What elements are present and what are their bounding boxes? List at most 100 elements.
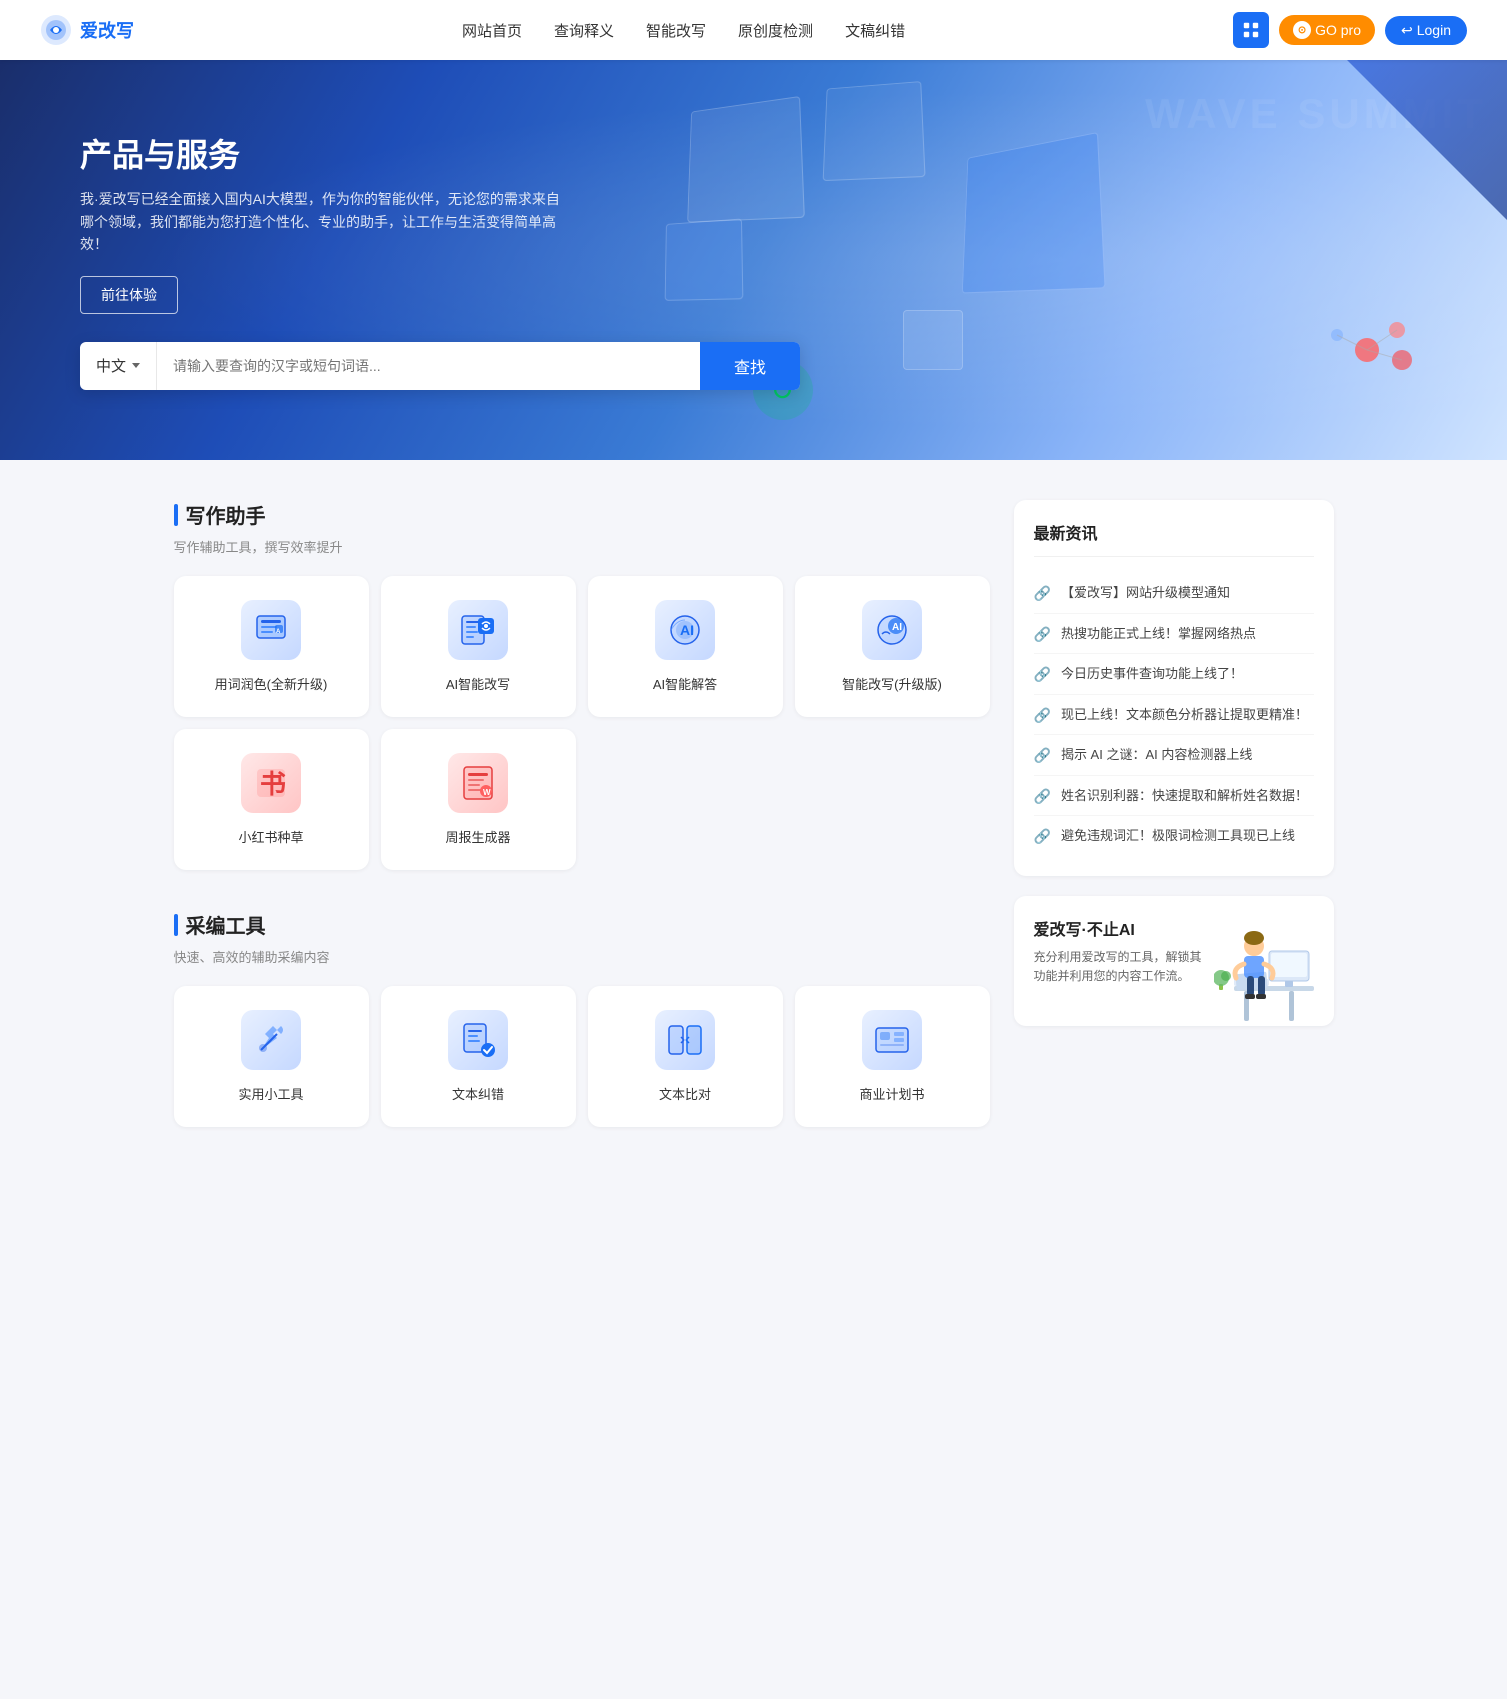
news-item-1[interactable]: 🔗 热搜功能正式上线！掌握网络热点 — [1034, 614, 1314, 655]
tool-ai-answer-label: AI智能解答 — [653, 674, 717, 693]
svg-text:AI: AI — [892, 622, 902, 633]
login-icon: ↩ — [1401, 22, 1413, 39]
nav-originality[interactable]: 原创度检测 — [738, 20, 813, 41]
left-column: 写作助手 写作辅助工具，撰写效率提升 A — [174, 500, 990, 1167]
language-label: 中文 — [96, 355, 126, 376]
editing-section-bar — [174, 914, 178, 936]
search-button[interactable]: 查找 — [700, 342, 800, 390]
news-card: 最新资讯 🔗 【爱改写】网站升级模型通知 🔗 热搜功能正式上线！掌握网络热点 🔗… — [1014, 500, 1334, 876]
go-icon: ⊙ — [1293, 21, 1311, 39]
header: 爱改写 网站首页 查询释义 智能改写 原创度检测 文稿纠错 ⊙ GO pro ↩… — [0, 0, 1507, 60]
svg-text:书: 书 — [260, 769, 286, 799]
news-text-6: 避免违规词汇！极限词检测工具现已上线 — [1061, 826, 1295, 846]
tool-smart-rewrite-label: 智能改写(升级版) — [842, 674, 942, 693]
link-icon-3: 🔗 — [1034, 707, 1051, 724]
news-item-2[interactable]: 🔗 今日历史事件查询功能上线了！ — [1034, 654, 1314, 695]
news-item-4[interactable]: 🔗 揭示 AI 之谜：AI 内容检测器上线 — [1034, 735, 1314, 776]
tool-smart-rewrite[interactable]: AI 智能改写(升级版) — [795, 576, 990, 717]
tool-business-plan[interactable]: 商业计划书 — [795, 986, 990, 1127]
news-text-4: 揭示 AI 之谜：AI 内容检测器上线 — [1061, 745, 1252, 765]
tool-ai-rewrite[interactable]: AI智能改写 — [381, 576, 576, 717]
tool-word-color-icon: A — [241, 600, 301, 660]
login-button[interactable]: ↩ Login — [1385, 16, 1467, 45]
tool-word-color-label: 用词润色(全新升级) — [215, 674, 328, 693]
tool-text-compare-label: 文本比对 — [659, 1084, 711, 1103]
tool-useful-tools-icon — [241, 1010, 301, 1070]
tool-ai-answer[interactable]: AI AI智能解答 — [588, 576, 783, 717]
search-bar: 中文 查找 — [80, 342, 800, 390]
tool-text-check[interactable]: 文本纠错 — [381, 986, 576, 1127]
svg-text:A: A — [276, 629, 281, 635]
news-text-0: 【爱改写】网站升级模型通知 — [1061, 583, 1230, 603]
news-item-3[interactable]: 🔗 现已上线！文本颜色分析器让提取更精准！ — [1034, 695, 1314, 736]
chevron-down-icon — [132, 363, 140, 368]
tool-useful-tools-label: 实用小工具 — [238, 1084, 303, 1103]
news-item-6[interactable]: 🔗 避免违规词汇！极限词检测工具现已上线 — [1034, 816, 1314, 856]
main-content: 写作助手 写作辅助工具，撰写效率提升 A — [154, 460, 1354, 1207]
editing-tools-grid: 实用小工具 文本纠错 — [174, 986, 990, 1127]
link-icon-0: 🔗 — [1034, 585, 1051, 602]
right-column: 最新资讯 🔗 【爱改写】网站升级模型通知 🔗 热搜功能正式上线！掌握网络热点 🔗… — [1014, 500, 1334, 1167]
search-input[interactable] — [157, 342, 700, 390]
hero-subtitle: 我·爱改写已经全面接入国内AI大模型，作为你的智能伙伴，无论您的需求来自哪个领域… — [80, 188, 560, 255]
logo[interactable]: 爱改写 — [40, 14, 134, 46]
tool-ai-rewrite-label: AI智能改写 — [446, 674, 510, 693]
trial-button[interactable]: 前往体验 — [80, 276, 178, 314]
news-text-5: 姓名识别利器：快速提取和解析姓名数据！ — [1061, 786, 1308, 806]
tool-weekly-report[interactable]: W 周报生成器 — [381, 729, 576, 870]
hero-content: 产品与服务 我·爱改写已经全面接入国内AI大模型，作为你的智能伙伴，无论您的需求… — [0, 130, 880, 389]
promo-subtitle: 充分利用爱改写的工具，解锁其功能并利用您的内容工作流。 — [1034, 948, 1202, 986]
editing-tools-title: 采编工具 — [174, 910, 990, 939]
section-bar — [174, 504, 178, 526]
tool-ai-answer-icon: AI — [655, 600, 715, 660]
main-nav: 网站首页 查询释义 智能改写 原创度检测 文稿纠错 — [462, 20, 905, 41]
nav-query[interactable]: 查询释义 — [554, 20, 614, 41]
language-selector[interactable]: 中文 — [80, 342, 157, 390]
writing-tools-title: 写作助手 — [174, 500, 990, 529]
link-icon-4: 🔗 — [1034, 747, 1051, 764]
news-item-5[interactable]: 🔗 姓名识别利器：快速提取和解析姓名数据！ — [1034, 776, 1314, 817]
news-text-2: 今日历史事件查询功能上线了！ — [1061, 664, 1243, 684]
tool-business-plan-icon — [862, 1010, 922, 1070]
svg-text:W: W — [483, 788, 491, 797]
go-pro-button[interactable]: ⊙ GO pro — [1279, 15, 1375, 45]
writing-tools-subtitle: 写作辅助工具，撰写效率提升 — [174, 537, 990, 556]
tool-useful-tools[interactable]: 实用小工具 — [174, 986, 369, 1127]
tool-ai-rewrite-icon — [448, 600, 508, 660]
tool-text-compare-icon — [655, 1010, 715, 1070]
svg-text:AI: AI — [680, 622, 694, 638]
link-icon-6: 🔗 — [1034, 828, 1051, 845]
news-text-3: 现已上线！文本颜色分析器让提取更精准！ — [1061, 705, 1308, 725]
writing-tools-section: 写作助手 写作辅助工具，撰写效率提升 A — [174, 500, 990, 870]
tool-business-plan-label: 商业计划书 — [859, 1084, 924, 1103]
link-icon-2: 🔗 — [1034, 666, 1051, 683]
tool-xiaohongshu-label: 小红书种草 — [238, 827, 303, 846]
nav-proofread[interactable]: 文稿纠错 — [845, 20, 905, 41]
nav-rewrite[interactable]: 智能改写 — [646, 20, 706, 41]
tool-xiaohongshu[interactable]: 书 小红书种草 — [174, 729, 369, 870]
header-actions: ⊙ GO pro ↩ Login — [1233, 12, 1467, 48]
news-item-0[interactable]: 🔗 【爱改写】网站升级模型通知 — [1034, 573, 1314, 614]
tool-weekly-report-icon: W — [448, 753, 508, 813]
tool-xiaohongshu-icon: 书 — [241, 753, 301, 813]
writing-tools-grid: A 用词润色(全新升级) — [174, 576, 990, 870]
editing-tools-subtitle: 快速、高效的辅助采编内容 — [174, 947, 990, 966]
tool-smart-rewrite-icon: AI — [862, 600, 922, 660]
tool-word-color[interactable]: A 用词润色(全新升级) — [174, 576, 369, 717]
tool-text-check-label: 文本纠错 — [452, 1084, 504, 1103]
logo-text: 爱改写 — [80, 17, 134, 43]
hero-banner: WAVE SUMMIT ↺ 产品与服务 我·爱改写已经全面接入国内AI大模型，作… — [0, 60, 1507, 460]
editing-tools-section: 采编工具 快速、高效的辅助采编内容 实用小工具 — [174, 910, 990, 1127]
link-icon-1: 🔗 — [1034, 626, 1051, 643]
promo-card: 爱改写·不止AI 充分利用爱改写的工具，解锁其功能并利用您的内容工作流。 — [1014, 896, 1334, 1026]
promo-figure — [1214, 906, 1324, 1026]
news-text-1: 热搜功能正式上线！掌握网络热点 — [1061, 624, 1256, 644]
tool-weekly-report-label: 周报生成器 — [445, 827, 510, 846]
tool-text-check-icon — [448, 1010, 508, 1070]
news-title: 最新资讯 — [1034, 520, 1314, 557]
link-icon-5: 🔗 — [1034, 788, 1051, 805]
apps-button[interactable] — [1233, 12, 1269, 48]
hero-title: 产品与服务 — [80, 130, 800, 176]
tool-text-compare[interactable]: 文本比对 — [588, 986, 783, 1127]
nav-home[interactable]: 网站首页 — [462, 20, 522, 41]
